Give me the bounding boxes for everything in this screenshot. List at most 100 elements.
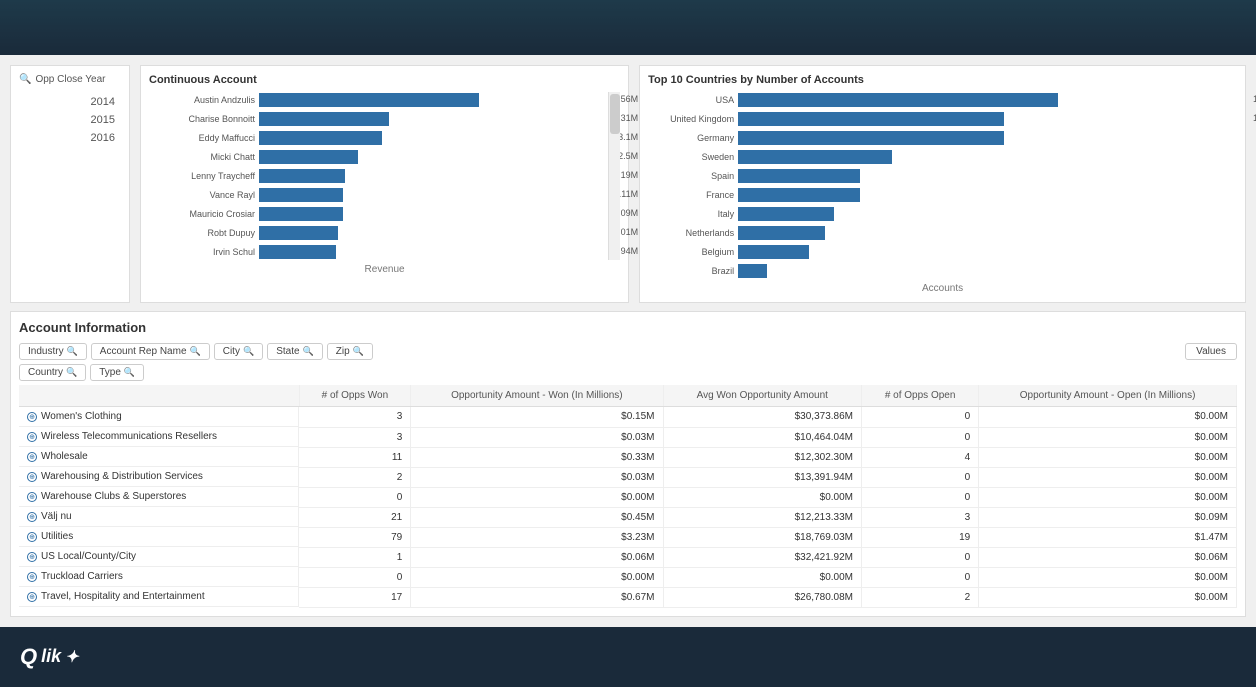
filter-zip[interactable]: Zip 🔍 xyxy=(327,343,373,360)
row-name: US Local/County/City xyxy=(41,551,136,562)
bar-row: France 686 xyxy=(648,187,1237,203)
table-row[interactable]: ⊕ Truckload Carriers 0 $0.00M $0.00M 0 $… xyxy=(19,567,1237,587)
bar-fill[interactable] xyxy=(738,226,824,240)
bar-fill[interactable] xyxy=(738,188,860,202)
cell-opps-won: 1 xyxy=(299,547,411,567)
table-row[interactable]: ⊕ Utilities 79 $3.23M $18,769.03M 19 $1.… xyxy=(19,527,1237,547)
cell-amt-won: $0.06M xyxy=(411,547,663,567)
cell-opps-won: 21 xyxy=(299,507,411,527)
cell-amt-won: $0.00M xyxy=(411,567,663,587)
year-item-2014[interactable]: 2014 xyxy=(19,93,121,111)
cell-amt-won: $0.00M xyxy=(411,487,663,507)
bar-fill[interactable] xyxy=(738,112,1004,126)
row-icon: ⊕ xyxy=(27,472,37,482)
bar-fill[interactable] xyxy=(738,93,1058,107)
cell-avg-won: $0.00M xyxy=(663,567,862,587)
filter-type[interactable]: Type 🔍 xyxy=(90,364,144,381)
filter-state[interactable]: State 🔍 xyxy=(267,343,323,360)
bar-value: 3.1M xyxy=(618,132,638,142)
continuous-scrollbar[interactable] xyxy=(608,92,620,260)
bar-fill[interactable] xyxy=(738,169,860,183)
bar-wrap: 2.19M xyxy=(259,169,600,183)
bar-fill[interactable] xyxy=(259,188,343,202)
bar-fill[interactable] xyxy=(738,150,892,164)
col-header-opps-won: # of Opps Won xyxy=(299,385,411,407)
cell-avg-won: $18,769.03M xyxy=(663,527,862,547)
filter-country[interactable]: Country 🔍 xyxy=(19,364,86,381)
col-header-avg-won: Avg Won Opportunity Amount xyxy=(663,385,862,407)
cell-avg-won: $0.00M xyxy=(663,487,862,507)
bar-fill[interactable] xyxy=(259,150,358,164)
table-row[interactable]: ⊕ Välj nu 21 $0.45M $12,213.33M 3 $0.09M xyxy=(19,507,1237,527)
table-row[interactable]: ⊕ US Local/County/City 1 $0.06M $32,421.… xyxy=(19,547,1237,567)
bar-label: Lenny Traycheff xyxy=(149,171,259,181)
top-countries-title: Top 10 Countries by Number of Accounts xyxy=(648,74,1237,86)
row-icon: ⊕ xyxy=(27,452,37,462)
bar-wrap: 1.94M xyxy=(259,245,600,259)
bar-label: Mauricio Crosiar xyxy=(149,209,259,219)
table-row[interactable]: ⊕ Women's Clothing 3 $0.15M $30,373.86M … xyxy=(19,407,1237,428)
filter-city[interactable]: City 🔍 xyxy=(214,343,263,360)
cell-opps-won: 3 xyxy=(299,427,411,447)
bar-label: Netherlands xyxy=(648,228,738,238)
year-item-2015[interactable]: 2015 xyxy=(19,111,121,129)
bar-fill[interactable] xyxy=(738,207,834,221)
cell-opps-open: 0 xyxy=(862,567,979,587)
row-name: Women's Clothing xyxy=(41,411,122,422)
cell-avg-won: $12,213.33M xyxy=(663,507,862,527)
bar-wrap: 2.09M xyxy=(259,207,600,221)
cell-amt-won: $0.33M xyxy=(411,447,663,467)
table-row[interactable]: ⊕ Warehousing & Distribution Services 2 … xyxy=(19,467,1237,487)
bar-row: Mauricio Crosiar 2.09M xyxy=(149,206,600,222)
table-row[interactable]: ⊕ Warehouse Clubs & Superstores 0 $0.00M… xyxy=(19,487,1237,507)
bar-label: Irvin Schul xyxy=(149,247,259,257)
bar-wrap: 1.51k xyxy=(738,112,1237,126)
row-icon: ⊕ xyxy=(27,432,37,442)
bar-fill[interactable] xyxy=(259,226,338,240)
table-row[interactable]: ⊕ Travel, Hospitality and Entertainment … xyxy=(19,587,1237,607)
cell-amt-open: $1.47M xyxy=(979,527,1237,547)
bar-label: Sweden xyxy=(648,152,738,162)
bar-fill[interactable] xyxy=(738,264,767,278)
bar-fill[interactable] xyxy=(259,245,336,259)
cell-amt-open: $0.00M xyxy=(979,407,1237,428)
bar-label: Belgium xyxy=(648,247,738,257)
filter-account-rep-name[interactable]: Account Rep Name 🔍 xyxy=(91,343,210,360)
values-button[interactable]: Values xyxy=(1185,343,1237,360)
cell-avg-won: $13,391.94M xyxy=(663,467,862,487)
year-item-2016[interactable]: 2016 xyxy=(19,129,121,147)
row-icon: ⊕ xyxy=(27,592,37,602)
account-data-table: # of Opps Won Opportunity Amount - Won (… xyxy=(19,385,1237,608)
year-list: 201420152016 xyxy=(19,93,121,147)
search-icon-industry: 🔍 xyxy=(67,346,78,357)
filter-industry[interactable]: Industry 🔍 xyxy=(19,343,87,360)
bar-wrap: 868 xyxy=(738,150,1237,164)
bar-fill[interactable] xyxy=(259,169,345,183)
bar-fill[interactable] xyxy=(259,207,343,221)
cell-avg-won: $26,780.08M xyxy=(663,587,862,607)
cell-opps-open: 0 xyxy=(862,487,979,507)
row-icon: ⊕ xyxy=(27,492,37,502)
scrollbar-thumb[interactable] xyxy=(610,94,620,134)
table-row[interactable]: ⊕ Wholesale 11 $0.33M $12,302.30M 4 $0.0… xyxy=(19,447,1237,467)
cell-opps-won: 17 xyxy=(299,587,411,607)
bar-fill[interactable] xyxy=(259,93,479,107)
cell-name: ⊕ Utilities xyxy=(19,527,299,547)
bar-label: Charise Bonnoitt xyxy=(149,114,259,124)
cell-avg-won: $10,464.04M xyxy=(663,427,862,447)
cell-opps-won: 11 xyxy=(299,447,411,467)
cell-opps-open: 4 xyxy=(862,447,979,467)
bar-row: Netherlands 484 xyxy=(648,225,1237,241)
continuous-account-title: Continuous Account xyxy=(149,74,620,86)
bar-fill[interactable] xyxy=(259,131,382,145)
bar-wrap: 3.1M xyxy=(259,131,600,145)
countries-axis-label: Accounts xyxy=(648,283,1237,294)
bar-row: United Kingdom 1.51k xyxy=(648,111,1237,127)
bar-fill[interactable] xyxy=(738,245,808,259)
qlik-logo: Q lik ✦ xyxy=(20,644,79,670)
bar-row: Sweden 868 xyxy=(648,149,1237,165)
bar-wrap: 2.11M xyxy=(259,188,600,202)
table-row[interactable]: ⊕ Wireless Telecommunications Resellers … xyxy=(19,427,1237,447)
bar-fill[interactable] xyxy=(259,112,389,126)
bar-fill[interactable] xyxy=(738,131,1004,145)
